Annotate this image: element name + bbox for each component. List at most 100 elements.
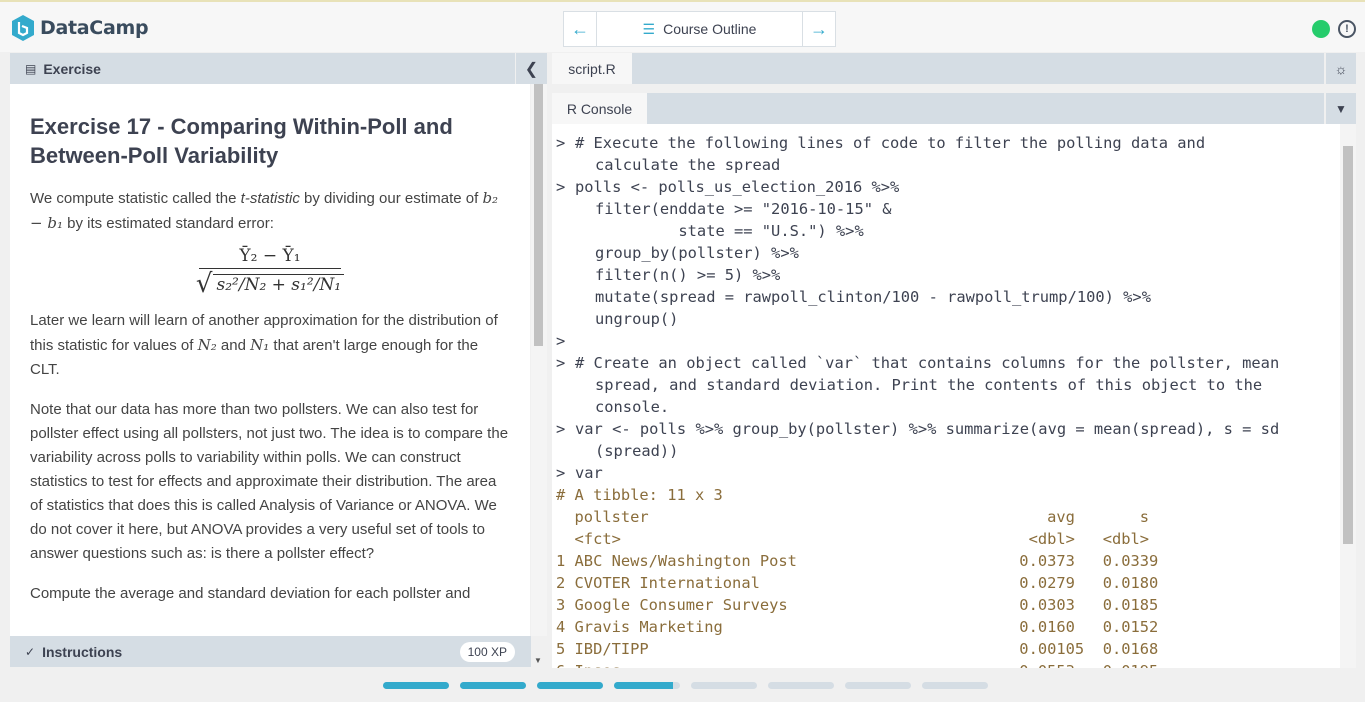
console-input-line: > var <- polls %>% group_by(pollster) %>%… <box>552 418 1340 440</box>
intro-text-c: by its estimated standard error: <box>62 215 274 232</box>
course-outline-label: Course Outline <box>663 21 757 37</box>
console-line-text: console. <box>595 398 670 416</box>
datacamp-logo-icon <box>12 15 34 41</box>
console-prompt: > <box>556 464 566 482</box>
console-line-text: spread, and standard deviation. Print th… <box>595 376 1263 394</box>
console-line-text: filter(n() >= 5) %>% <box>595 266 781 284</box>
console-line-text: ungroup() <box>595 310 679 328</box>
console-line-text: 1 ABC News/Washington Post 0.0373 0.0339 <box>556 552 1159 570</box>
console-line-text: group_by(pollster) %>% <box>595 244 799 262</box>
console-line-text: 5 IBD/TIPP 0.00105 0.0168 <box>556 640 1159 658</box>
console-input-line: calculate the spread <box>552 154 1340 176</box>
console-output-line: pollster avg s <box>552 506 1340 528</box>
prev-exercise-button[interactable]: ← <box>564 12 597 46</box>
course-nav: ← ☰ Course Outline → <box>563 11 836 47</box>
progress-segment <box>922 682 988 689</box>
collapse-console-button[interactable]: ▼ <box>1326 93 1356 124</box>
approximation-paragraph: Later we learn will learn of another app… <box>30 309 510 382</box>
next-exercise-button[interactable]: → <box>802 12 835 46</box>
console-prompt: > <box>556 332 566 350</box>
console-line-text: pollster avg s <box>556 508 1150 526</box>
intro-text-a: We compute statistic called the <box>30 190 241 207</box>
exercise-scroll-thumb[interactable] <box>534 84 543 346</box>
console-input-line: > var <box>552 462 1340 484</box>
console-output-line: 3 Google Consumer Surveys 0.0303 0.0185 <box>552 594 1340 616</box>
progress-segment <box>845 682 911 689</box>
progress-segment <box>460 682 526 689</box>
arrow-left-icon: ← <box>571 18 589 39</box>
task-paragraph: Compute the average and standard deviati… <box>30 585 471 602</box>
console-input-line: ungroup() <box>552 308 1340 330</box>
console-input-line: group_by(pollster) %>% <box>552 242 1340 264</box>
console-line-text: 4 Gravis Marketing 0.0160 0.0152 <box>556 618 1159 636</box>
n2-math: N₂ <box>197 336 217 354</box>
editor-tab-bar: script.R <box>552 53 1324 84</box>
tab-r-console[interactable]: R Console <box>552 93 647 124</box>
console-line-text: var <- polls %>% group_by(pollster) %>% … <box>575 420 1280 438</box>
menu-icon: ☰ <box>642 20 656 37</box>
exercise-scrollbar[interactable]: ▼ <box>531 84 547 665</box>
console-output-line: 6 Ipsos 0.0553 0.0195 <box>552 660 1340 668</box>
console-line-text: mutate(spread = rawpoll_clinton/100 - ra… <box>595 288 1151 306</box>
top-bar: DataCamp ← ☰ Course Outline → ! <box>0 0 1365 52</box>
console-prompt: > <box>556 178 566 196</box>
console-input-line: > <box>552 330 1340 352</box>
xp-badge: 100 XP <box>459 642 515 662</box>
sqrt-symbol: √ <box>195 269 213 299</box>
console-line-text: 3 Google Consumer Surveys 0.0303 0.0185 <box>556 596 1159 614</box>
document-icon: ▤ <box>25 61 37 76</box>
console-line-text: <fct> <dbl> <dbl> <box>556 530 1150 548</box>
console-output-line: <fct> <dbl> <dbl> <box>552 528 1340 550</box>
console-input-line: mutate(spread = rawpoll_clinton/100 - ra… <box>552 286 1340 308</box>
exercise-title: Exercise 17 - Comparing Within-Poll and … <box>30 114 453 168</box>
console-tab-bar: R Console <box>552 93 1324 124</box>
console-line-text: # Execute the following lines of code to… <box>575 134 1206 152</box>
formula-numerator: Ȳ₂ − Ȳ₁ <box>239 246 301 266</box>
console-line-text: state == "U.S.") %>% <box>595 222 864 240</box>
r-console-output[interactable]: > # Execute the following lines of code t… <box>552 124 1340 668</box>
console-scrollbar[interactable] <box>1340 124 1356 668</box>
console-line-text: var <box>575 464 603 482</box>
info-icon[interactable]: ! <box>1338 20 1356 38</box>
arrow-right-icon: → <box>810 18 828 39</box>
formula-denominator: √ s₂²/N₂ + s₁²/N₁ <box>195 269 345 299</box>
console-input-line: (spread)) <box>552 440 1340 462</box>
exercise-tab-label: Exercise <box>43 60 101 77</box>
chevron-left-icon: ❮ <box>524 60 539 78</box>
tab-script-r[interactable]: script.R <box>552 53 632 84</box>
check-circle-icon: ✓ <box>25 644 36 659</box>
console-prompt: > <box>556 354 566 372</box>
console-input-line: state == "U.S.") %>% <box>552 220 1340 242</box>
instructions-bar[interactable]: ✓ Instructions 100 XP <box>10 636 531 667</box>
console-scroll-thumb[interactable] <box>1343 146 1353 544</box>
exercise-tab[interactable]: ▤ Exercise <box>10 53 515 84</box>
console-line-text: # A tibble: 11 x 3 <box>556 486 723 504</box>
console-output-line: # A tibble: 11 x 3 <box>552 484 1340 506</box>
console-output-line: 4 Gravis Marketing 0.0160 0.0152 <box>552 616 1340 638</box>
collapse-left-button[interactable]: ❮ <box>516 53 547 84</box>
progress-segment <box>614 682 680 689</box>
console-prompt: > <box>556 420 566 438</box>
progress-segment <box>691 682 757 689</box>
t-statistic-term: t-statistic <box>240 190 300 207</box>
console-input-line: console. <box>552 396 1340 418</box>
scroll-down-icon[interactable]: ▼ <box>534 656 542 665</box>
brand-name: DataCamp <box>40 17 149 39</box>
n1-math: N₁ <box>250 336 270 354</box>
instructions-label: Instructions <box>42 643 123 660</box>
settings-button[interactable]: ☼ <box>1326 53 1356 84</box>
console-line-text: polls <- polls_us_election_2016 %>% <box>575 178 900 196</box>
t-statistic-formula: Ȳ₂ − Ȳ₁ √ s₂²/N₂ + s₁²/N₁ <box>30 246 510 297</box>
console-input-line: filter(n() >= 5) %>% <box>552 264 1340 286</box>
console-output-line: 2 CVOTER International 0.0279 0.0180 <box>552 572 1340 594</box>
datacamp-logo[interactable]: DataCamp <box>10 14 149 42</box>
course-outline-button[interactable]: ☰ Course Outline <box>597 12 802 46</box>
console-line-text: (spread)) <box>595 442 679 460</box>
console-line-text: 6 Ipsos 0.0553 0.0195 <box>556 660 1158 668</box>
console-line-text: 2 CVOTER International 0.0279 0.0180 <box>556 574 1159 592</box>
formula-radicand: s₂²/N₂ + s₁²/N₁ <box>213 273 345 295</box>
progress-segment <box>383 682 449 689</box>
console-input-line: spread, and standard deviation. Print th… <box>552 374 1340 396</box>
console-output-line: 1 ABC News/Washington Post 0.0373 0.0339 <box>552 550 1340 572</box>
console-line-text: filter(enddate >= "2016-10-15" & <box>595 200 892 218</box>
